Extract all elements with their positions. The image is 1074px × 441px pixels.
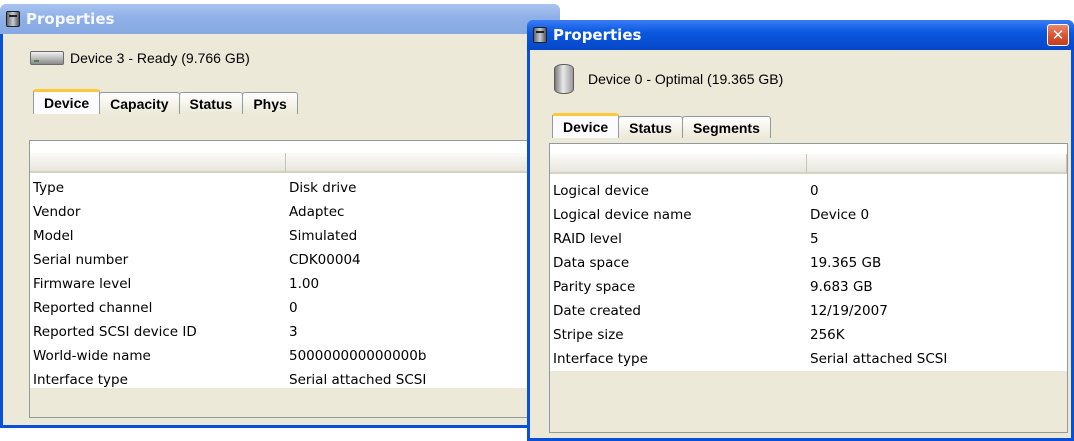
tab-segments[interactable]: Segments (681, 116, 771, 138)
drive-app-icon (6, 11, 20, 27)
property-value: 256K (810, 327, 845, 343)
tab-panel-device: Type Disk drive Vendor Adaptec Model Simula… (29, 140, 537, 418)
property-value: 19.365 GB (810, 255, 882, 271)
property-name: Firmware level (33, 276, 132, 292)
table-row[interactable]: Vendor Adaptec (30, 200, 536, 224)
property-name: Interface type (553, 351, 648, 367)
property-value: Simulated (289, 228, 358, 244)
properties-table: Logical device 0 Logical device name Devic… (550, 144, 1067, 371)
property-name: Interface type (33, 372, 128, 388)
close-button[interactable]: ✕ (1047, 24, 1069, 46)
table-row[interactable]: Reported channel 0 (30, 296, 536, 320)
table-row[interactable]: Interface type Serial attached SCSI (550, 347, 1067, 371)
table-row[interactable]: World-wide name 500000000000000b (30, 344, 536, 368)
column-header-property[interactable] (550, 154, 807, 174)
table-header (550, 154, 1067, 174)
drive-app-icon (533, 27, 547, 43)
property-value: 0 (810, 183, 819, 199)
property-value: 5 (810, 231, 819, 247)
table-row[interactable]: RAID level 5 (550, 227, 1067, 251)
tab-phys[interactable]: Phys (242, 92, 298, 114)
property-name: World-wide name (33, 348, 151, 364)
property-name: Model (33, 228, 74, 244)
column-header-value[interactable] (286, 153, 536, 173)
property-value: 12/19/2007 (810, 303, 888, 319)
properties-table: Type Disk drive Vendor Adaptec Model Simula… (30, 141, 536, 388)
property-value: Serial attached SCSI (289, 372, 427, 388)
property-value: 1.00 (289, 276, 320, 292)
column-header-property[interactable] (30, 153, 286, 173)
property-name: Reported SCSI device ID (33, 324, 197, 340)
property-value: 0 (289, 300, 298, 316)
property-value: Serial attached SCSI (810, 351, 948, 367)
properties-window-physical-device: Properties Device 3 - Ready (9.766 GB) D… (0, 4, 560, 428)
property-value: 3 (289, 324, 298, 340)
property-name: Logical device (553, 183, 649, 199)
table-body: Logical device 0 Logical device name Devic… (550, 179, 1067, 371)
table-header (30, 153, 536, 173)
table-row[interactable]: Parity space 9.683 GB (550, 275, 1067, 299)
property-value: Adaptec (289, 204, 345, 220)
table-row[interactable]: Date created 12/19/2007 (550, 299, 1067, 323)
property-value: 500000000000000b (289, 348, 427, 364)
tab-strip: Device Status Segments (552, 113, 1071, 138)
property-name: RAID level (553, 231, 622, 247)
tab-status[interactable]: Status (618, 116, 683, 138)
device-header: Device 3 - Ready (9.766 GB) (30, 48, 557, 68)
device-header: Device 0 - Optimal (19.365 GB) (554, 63, 1071, 95)
property-name: Data space (553, 255, 630, 271)
properties-window-logical-device: Properties ✕ Device 0 - Optimal (19.365 … (527, 20, 1074, 441)
property-name: Stripe size (553, 327, 624, 343)
tab-device[interactable]: Device (552, 113, 620, 138)
tab-capacity[interactable]: Capacity (99, 92, 180, 114)
device-label: Device 0 - Optimal (19.365 GB) (588, 71, 784, 87)
table-body: Type Disk drive Vendor Adaptec Model Simula… (30, 176, 536, 392)
property-name: Reported channel (33, 300, 153, 316)
hard-disk-icon (30, 51, 64, 65)
property-name: Serial number (33, 252, 129, 268)
property-name: Type (33, 180, 65, 196)
property-value: 9.683 GB (810, 279, 873, 295)
title-bar[interactable]: Properties (0, 4, 560, 34)
table-row[interactable]: Firmware level 1.00 (30, 272, 536, 296)
table-row[interactable]: Model Simulated (30, 224, 536, 248)
title-bar[interactable]: Properties ✕ (527, 20, 1074, 50)
table-row[interactable]: Stripe size 256K (550, 323, 1067, 347)
property-name: Logical device name (553, 207, 692, 223)
window-title: Properties (553, 26, 642, 44)
property-name: Parity space (553, 279, 636, 295)
logical-drive-icon (554, 64, 574, 94)
device-label: Device 3 - Ready (9.766 GB) (70, 50, 250, 66)
table-row[interactable]: Logical device 0 (550, 179, 1067, 203)
property-name: Date created (553, 303, 641, 319)
table-row[interactable]: Serial number CDK00004 (30, 248, 536, 272)
property-value: CDK00004 (289, 252, 361, 268)
table-row[interactable]: Interface type Serial attached SCSI (30, 368, 536, 392)
table-row[interactable]: Data space 19.365 GB (550, 251, 1067, 275)
table-row[interactable]: Logical device name Device 0 (550, 203, 1067, 227)
table-row[interactable]: Type Disk drive (30, 176, 536, 200)
table-row[interactable]: Reported SCSI device ID 3 (30, 320, 536, 344)
tab-strip: Device Capacity Status Phys (33, 89, 557, 114)
property-value: Disk drive (289, 180, 357, 196)
tab-device[interactable]: Device (33, 89, 101, 114)
tab-panel-device: Logical device 0 Logical device name Devic… (549, 143, 1068, 433)
property-name: Vendor (33, 204, 81, 220)
column-header-value[interactable] (807, 154, 1067, 174)
property-value: Device 0 (810, 207, 870, 223)
tab-status[interactable]: Status (178, 92, 244, 114)
window-title: Properties (26, 10, 115, 28)
